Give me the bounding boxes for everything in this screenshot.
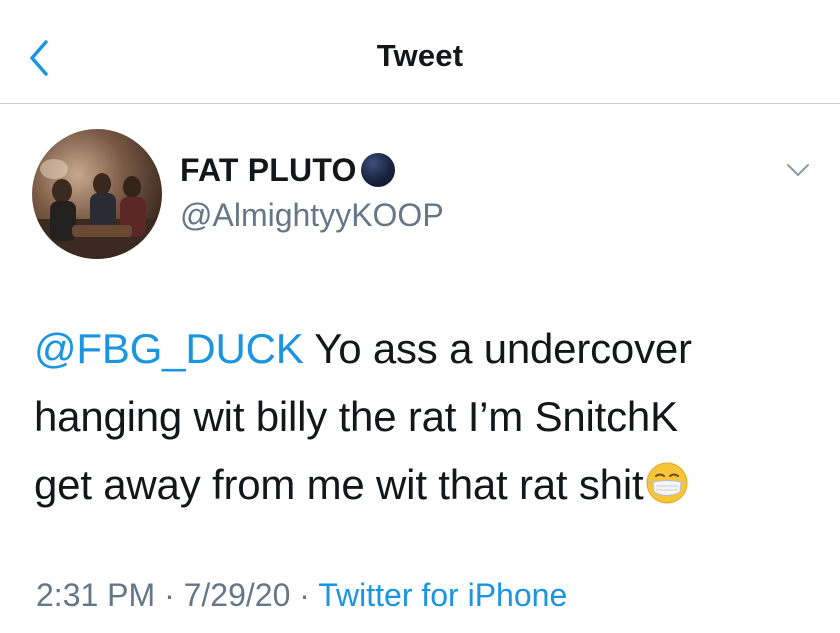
dark-planet-icon (360, 153, 395, 187)
top-nav-bar: Tweet (0, 0, 840, 104)
tweet-line-1: @FBG_DUCK Yo ass a undercover (34, 315, 824, 383)
author-name-row[interactable]: FAT PLUTO (180, 150, 395, 190)
tweet-text-segment: get away from me wit that rat shit (34, 461, 644, 508)
more-options-button[interactable] (784, 160, 812, 180)
tweet-date: 7/29/20 (183, 577, 291, 613)
tweet-line-2: hanging wit billy the rat I’m SnitchK (34, 393, 678, 440)
tweet-time: 2:31 PM (36, 577, 156, 613)
mention-link[interactable]: @FBG_DUCK (34, 325, 304, 372)
meta-separator: · (290, 577, 319, 613)
meta-separator: · (155, 577, 184, 613)
face-with-medical-mask-icon (646, 462, 688, 504)
tweet-line-3: get away from me wit that rat shit (34, 451, 824, 519)
author-handle[interactable]: @AlmightyyKOOP (180, 197, 444, 234)
tweet-source-link[interactable]: Twitter for iPhone (318, 577, 567, 613)
author-display-name: FAT PLUTO (180, 151, 357, 188)
avatar-photo (32, 129, 162, 259)
chevron-down-icon (787, 164, 809, 176)
tweet-body: @FBG_DUCK Yo ass a undercover hanging wi… (34, 315, 824, 519)
page-title: Tweet (376, 38, 464, 73)
tweet-metadata: 2:31 PM · 7/29/20 · Twitter for iPhone (36, 577, 567, 614)
avatar[interactable] (32, 129, 162, 259)
tweet-text-segment: Yo ass a undercover (303, 325, 692, 372)
